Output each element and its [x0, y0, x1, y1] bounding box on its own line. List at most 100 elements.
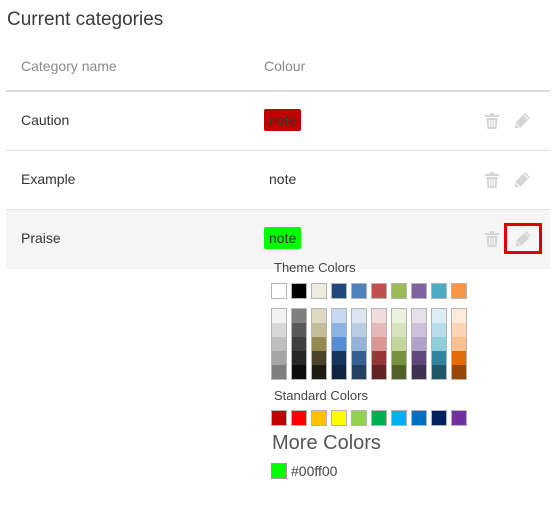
categories-table: Category name Colour Caution note Exampl… [6, 44, 550, 269]
standard-color-cell[interactable] [291, 410, 307, 426]
pencil-icon [514, 172, 530, 188]
standard-color-cell[interactable] [451, 410, 467, 426]
custom-color[interactable]: #00ff00 [271, 463, 337, 479]
table-row: Example note [6, 151, 550, 210]
theme-color-cell[interactable] [331, 283, 347, 299]
theme-shade-column [351, 308, 367, 380]
theme-color-cell[interactable] [291, 283, 307, 299]
theme-shade-cell[interactable] [392, 351, 406, 365]
theme-shade-cell[interactable] [452, 351, 466, 365]
theme-shade-cell[interactable] [312, 365, 326, 379]
standard-color-cell[interactable] [411, 410, 427, 426]
standard-color-cell[interactable] [371, 410, 387, 426]
theme-shade-cell[interactable] [392, 323, 406, 337]
theme-colors-row [271, 283, 471, 299]
colour-swatch[interactable]: note [264, 227, 302, 249]
theme-shade-column [391, 308, 407, 380]
theme-shade-cell[interactable] [432, 323, 446, 337]
theme-shade-cell[interactable] [412, 351, 426, 365]
theme-shade-column [451, 308, 467, 380]
theme-shade-cell[interactable] [272, 323, 286, 337]
theme-shade-cell[interactable] [312, 337, 326, 351]
theme-shade-cell[interactable] [292, 337, 306, 351]
category-name: Praise [21, 230, 61, 246]
delete-button[interactable] [481, 110, 503, 132]
standard-color-cell[interactable] [271, 410, 287, 426]
theme-shade-cell[interactable] [372, 365, 386, 379]
theme-shade-cell[interactable] [352, 337, 366, 351]
theme-colors-label: Theme Colors [274, 260, 356, 275]
standard-colors-label: Standard Colors [274, 388, 368, 403]
theme-color-cell[interactable] [371, 283, 387, 299]
colour-swatch: note [264, 109, 302, 131]
delete-button[interactable] [481, 169, 503, 191]
theme-shade-cell[interactable] [332, 365, 346, 379]
theme-shade-cell[interactable] [332, 337, 346, 351]
more-colors-link[interactable]: More Colors [272, 432, 381, 455]
theme-shade-cell[interactable] [432, 309, 446, 323]
theme-shade-cell[interactable] [372, 323, 386, 337]
theme-color-cell[interactable] [451, 283, 467, 299]
standard-color-cell[interactable] [311, 410, 327, 426]
theme-shade-cell[interactable] [352, 365, 366, 379]
theme-shade-cell[interactable] [412, 309, 426, 323]
theme-shade-cell[interactable] [332, 323, 346, 337]
theme-shade-cell[interactable] [312, 351, 326, 365]
edit-button-selected[interactable] [504, 223, 542, 254]
theme-shade-cell[interactable] [272, 351, 286, 365]
theme-shade-cell[interactable] [352, 323, 366, 337]
theme-shade-cell[interactable] [452, 309, 466, 323]
trash-icon [485, 113, 499, 129]
theme-color-cell[interactable] [351, 283, 367, 299]
theme-shade-cell[interactable] [332, 309, 346, 323]
theme-shade-cell[interactable] [432, 365, 446, 379]
theme-color-cell[interactable] [391, 283, 407, 299]
edit-button[interactable] [511, 110, 533, 132]
theme-shade-cell[interactable] [452, 323, 466, 337]
section-title: Current categories [7, 9, 164, 30]
standard-color-cell[interactable] [351, 410, 367, 426]
theme-shade-cell[interactable] [432, 351, 446, 365]
category-name: Example [21, 171, 76, 187]
theme-shade-cell[interactable] [292, 365, 306, 379]
theme-shade-cell[interactable] [272, 365, 286, 379]
theme-shade-cell[interactable] [292, 351, 306, 365]
theme-shade-cell[interactable] [372, 337, 386, 351]
standard-color-cell[interactable] [431, 410, 447, 426]
theme-shade-column [411, 308, 427, 380]
colour-swatch: note [269, 171, 297, 187]
theme-color-cell[interactable] [431, 283, 447, 299]
trash-icon [485, 231, 499, 247]
theme-shade-cell[interactable] [392, 365, 406, 379]
standard-colors-row [271, 410, 471, 426]
theme-shade-cell[interactable] [292, 323, 306, 337]
theme-shade-cell[interactable] [412, 365, 426, 379]
theme-shade-cell[interactable] [272, 337, 286, 351]
theme-shade-cell[interactable] [372, 351, 386, 365]
edit-button[interactable] [511, 169, 533, 191]
delete-button[interactable] [481, 228, 503, 250]
theme-color-cell[interactable] [411, 283, 427, 299]
theme-shade-cell[interactable] [292, 309, 306, 323]
table-header: Category name Colour [6, 44, 550, 92]
theme-shade-cell[interactable] [452, 337, 466, 351]
theme-shade-cell[interactable] [312, 323, 326, 337]
theme-color-cell[interactable] [271, 283, 287, 299]
theme-shade-cell[interactable] [312, 309, 326, 323]
theme-shade-cell[interactable] [352, 351, 366, 365]
standard-color-cell[interactable] [331, 410, 347, 426]
theme-shade-cell[interactable] [412, 323, 426, 337]
theme-shade-cell[interactable] [432, 337, 446, 351]
theme-shade-column [271, 308, 287, 380]
theme-shade-cell[interactable] [412, 337, 426, 351]
theme-shade-cell[interactable] [392, 309, 406, 323]
theme-color-cell[interactable] [311, 283, 327, 299]
standard-color-cell[interactable] [391, 410, 407, 426]
theme-shade-cell[interactable] [372, 309, 386, 323]
theme-shade-cell[interactable] [392, 337, 406, 351]
theme-shade-cell[interactable] [352, 309, 366, 323]
theme-shade-cell[interactable] [332, 351, 346, 365]
theme-shade-cell[interactable] [452, 365, 466, 379]
theme-shade-cell[interactable] [272, 309, 286, 323]
pencil-icon [514, 113, 530, 129]
